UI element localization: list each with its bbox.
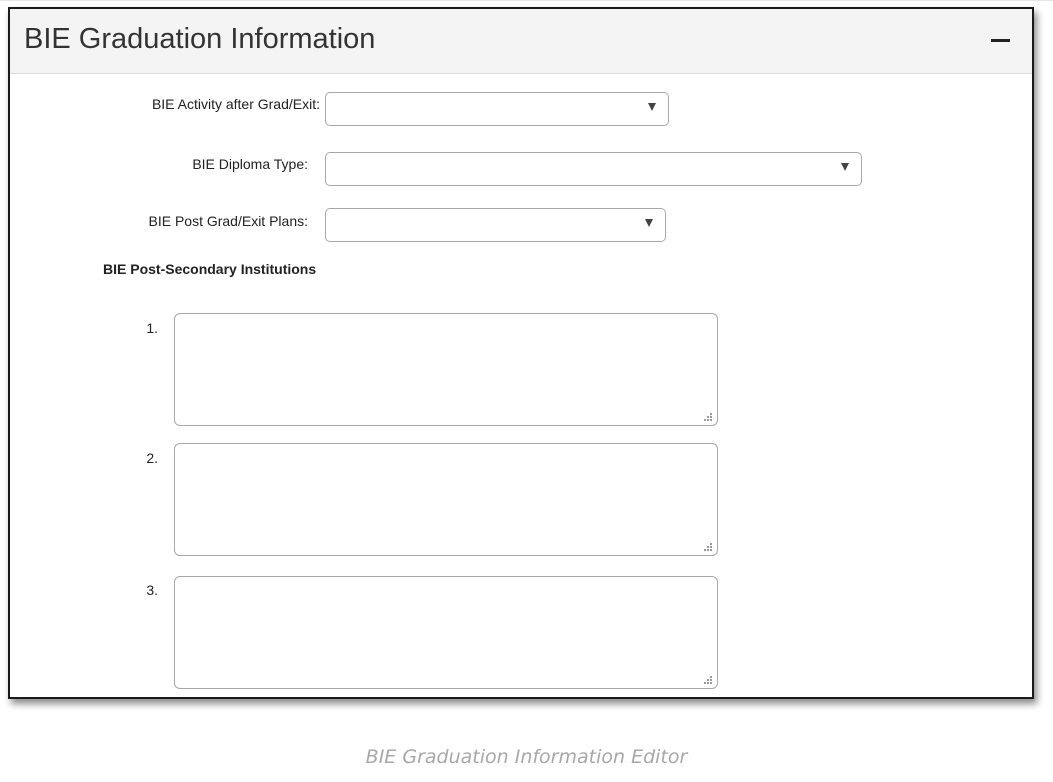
minus-icon (991, 39, 1010, 42)
institution-textarea-1[interactable] (174, 313, 718, 426)
resize-grip-icon[interactable] (704, 676, 712, 684)
resize-grip-icon[interactable] (704, 413, 712, 421)
diploma-select[interactable] (325, 152, 862, 186)
resize-grip-icon[interactable] (704, 543, 712, 551)
diploma-label: BIE Diploma Type: (192, 156, 308, 172)
caret-down-icon (841, 163, 849, 171)
panel-title: BIE Graduation Information (24, 23, 376, 55)
caret-down-icon (645, 219, 653, 227)
activity-select[interactable] (325, 92, 669, 126)
graduation-panel: BIE Graduation Information BIE Activity … (8, 7, 1034, 699)
panel-header: BIE Graduation Information (10, 9, 1032, 74)
figure-caption: BIE Graduation Information Editor (365, 746, 688, 768)
institution-number: 1. (146, 320, 158, 336)
caret-down-icon (648, 103, 656, 111)
institutions-heading: BIE Post-Secondary Institutions (103, 261, 317, 277)
activity-label: BIE Activity after Grad/Exit: (151, 96, 320, 112)
institution-textarea-3[interactable] (174, 576, 718, 689)
collapse-button[interactable] (990, 31, 1012, 53)
plans-label: BIE Post Grad/Exit Plans: (148, 213, 308, 229)
top-divider (0, 0, 1053, 1)
institution-number: 2. (146, 450, 158, 466)
institution-textarea-2[interactable] (174, 443, 718, 556)
plans-select[interactable] (325, 208, 666, 242)
institution-number: 3. (146, 582, 158, 598)
